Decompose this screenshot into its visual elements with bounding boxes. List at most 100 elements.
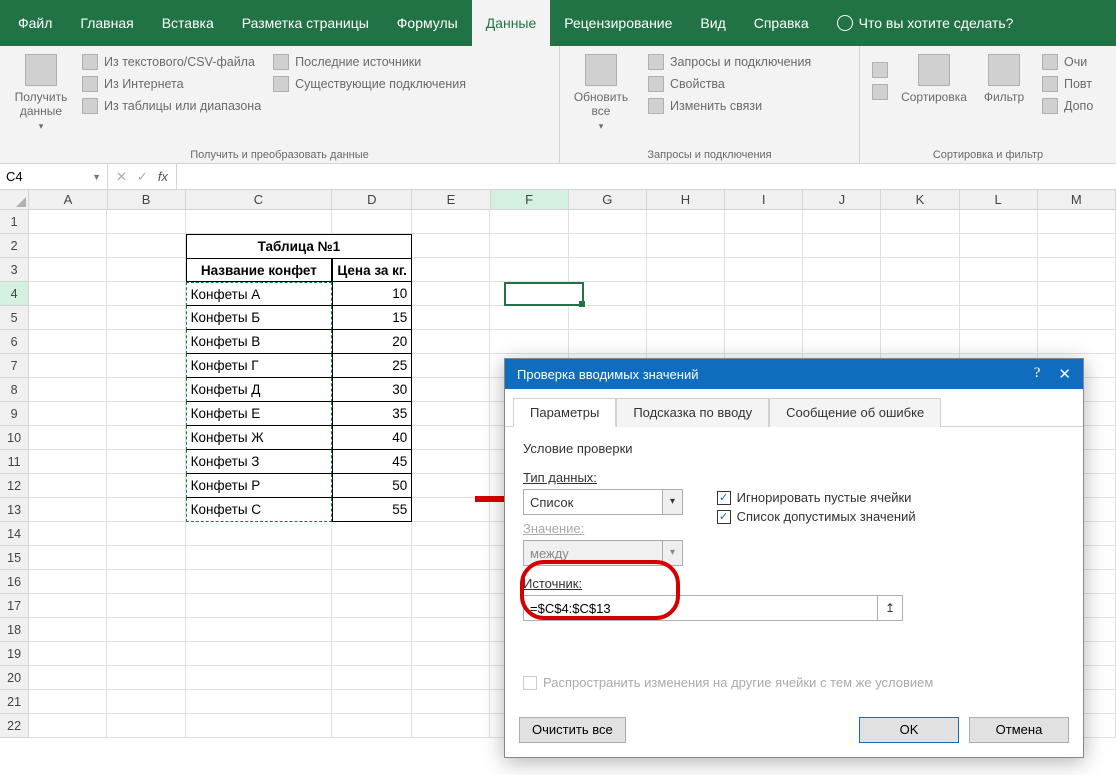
cell[interactable]	[107, 378, 185, 402]
cell[interactable]	[412, 690, 490, 714]
price-cell[interactable]: 20	[332, 330, 412, 354]
cell[interactable]	[412, 210, 490, 234]
cell[interactable]	[332, 570, 412, 594]
cell[interactable]	[960, 234, 1038, 258]
col-header[interactable]: D	[332, 190, 412, 209]
cell[interactable]	[186, 690, 332, 714]
cell[interactable]	[881, 210, 959, 234]
from-range-button[interactable]: Из таблицы или диапазона	[78, 96, 265, 116]
cell[interactable]	[960, 306, 1038, 330]
cell[interactable]	[1038, 282, 1116, 306]
cell[interactable]	[107, 594, 185, 618]
candy-name-cell[interactable]: Конфеты Д	[186, 378, 332, 402]
cell[interactable]	[29, 690, 107, 714]
dropdown-checkbox[interactable]: ✓Список допустимых значений	[717, 509, 916, 524]
row-header[interactable]: 22	[0, 714, 29, 738]
cell[interactable]	[332, 210, 412, 234]
cell[interactable]	[29, 498, 107, 522]
col-header[interactable]: J	[803, 190, 881, 209]
tab-home[interactable]: Главная	[66, 0, 147, 46]
cell[interactable]	[490, 234, 568, 258]
cell[interactable]	[107, 642, 185, 666]
filter-button[interactable]: Фильтр	[976, 50, 1032, 146]
candy-name-cell[interactable]: Конфеты С	[186, 498, 332, 522]
queries-conn-button[interactable]: Запросы и подключения	[644, 52, 815, 72]
cell[interactable]	[29, 594, 107, 618]
cell[interactable]	[107, 426, 185, 450]
cell[interactable]	[29, 234, 107, 258]
row-header[interactable]: 11	[0, 450, 29, 474]
cell[interactable]	[412, 666, 490, 690]
cell[interactable]	[107, 258, 185, 282]
cell[interactable]	[412, 258, 490, 282]
price-cell[interactable]: 55	[332, 498, 412, 522]
fx-icon[interactable]: fx	[158, 169, 168, 184]
cell[interactable]	[29, 282, 107, 306]
cell[interactable]	[725, 306, 803, 330]
cell[interactable]	[1038, 234, 1116, 258]
tab-file[interactable]: Файл	[4, 0, 66, 46]
cell[interactable]	[107, 618, 185, 642]
name-box[interactable]: C4▼	[0, 164, 108, 189]
cell[interactable]	[647, 234, 725, 258]
cell[interactable]	[29, 210, 107, 234]
tab-review[interactable]: Рецензирование	[550, 0, 686, 46]
cell[interactable]	[107, 498, 185, 522]
row-header[interactable]: 16	[0, 570, 29, 594]
cell[interactable]	[725, 210, 803, 234]
cell[interactable]	[412, 570, 490, 594]
from-web-button[interactable]: Из Интернета	[78, 74, 265, 94]
cell[interactable]	[490, 306, 568, 330]
cell[interactable]	[803, 282, 881, 306]
cell[interactable]	[647, 210, 725, 234]
cell[interactable]	[412, 594, 490, 618]
cell[interactable]	[107, 306, 185, 330]
cell[interactable]	[332, 666, 412, 690]
row-header[interactable]: 21	[0, 690, 29, 714]
price-cell[interactable]: 40	[332, 426, 412, 450]
col-header[interactable]: L	[960, 190, 1038, 209]
row-header[interactable]: 15	[0, 546, 29, 570]
cell[interactable]	[186, 666, 332, 690]
row-header[interactable]: 19	[0, 642, 29, 666]
help-icon[interactable]: ?	[1034, 365, 1041, 383]
cell[interactable]	[412, 450, 490, 474]
cell[interactable]	[881, 282, 959, 306]
cell[interactable]	[803, 234, 881, 258]
cell[interactable]	[107, 282, 185, 306]
cell[interactable]	[490, 210, 568, 234]
price-cell[interactable]: 15	[332, 306, 412, 330]
col-header[interactable]: F	[491, 190, 569, 209]
table-title[interactable]: Таблица №1	[186, 234, 412, 258]
ignore-blank-checkbox[interactable]: ✓Игнорировать пустые ячейки	[717, 490, 916, 505]
cell[interactable]	[107, 210, 185, 234]
cell[interactable]	[107, 402, 185, 426]
cell[interactable]	[332, 522, 412, 546]
cell[interactable]	[186, 594, 332, 618]
get-data-button[interactable]: Получить данные	[8, 50, 74, 146]
price-cell[interactable]: 45	[332, 450, 412, 474]
col-header[interactable]: H	[647, 190, 725, 209]
row-header[interactable]: 14	[0, 522, 29, 546]
cell[interactable]	[332, 690, 412, 714]
cell[interactable]	[186, 714, 332, 738]
row-header[interactable]: 8	[0, 378, 29, 402]
candy-name-cell[interactable]: Конфеты Б	[186, 306, 332, 330]
reapply-button[interactable]: Повт	[1038, 74, 1097, 94]
cell[interactable]	[29, 546, 107, 570]
cell[interactable]	[412, 618, 490, 642]
cell[interactable]	[29, 618, 107, 642]
dialog-tab-input[interactable]: Подсказка по вводу	[616, 398, 769, 427]
dialog-tab-params[interactable]: Параметры	[513, 398, 616, 427]
properties-button[interactable]: Свойства	[644, 74, 815, 94]
row-header[interactable]: 17	[0, 594, 29, 618]
row-header[interactable]: 6	[0, 330, 29, 354]
row-header[interactable]: 4	[0, 282, 29, 306]
cell[interactable]	[412, 282, 490, 306]
cell[interactable]	[29, 402, 107, 426]
edit-links-button[interactable]: Изменить связи	[644, 96, 815, 116]
from-csv-button[interactable]: Из текстового/CSV-файла	[78, 52, 265, 72]
cell[interactable]	[412, 426, 490, 450]
cell[interactable]	[490, 258, 568, 282]
cell[interactable]	[29, 666, 107, 690]
